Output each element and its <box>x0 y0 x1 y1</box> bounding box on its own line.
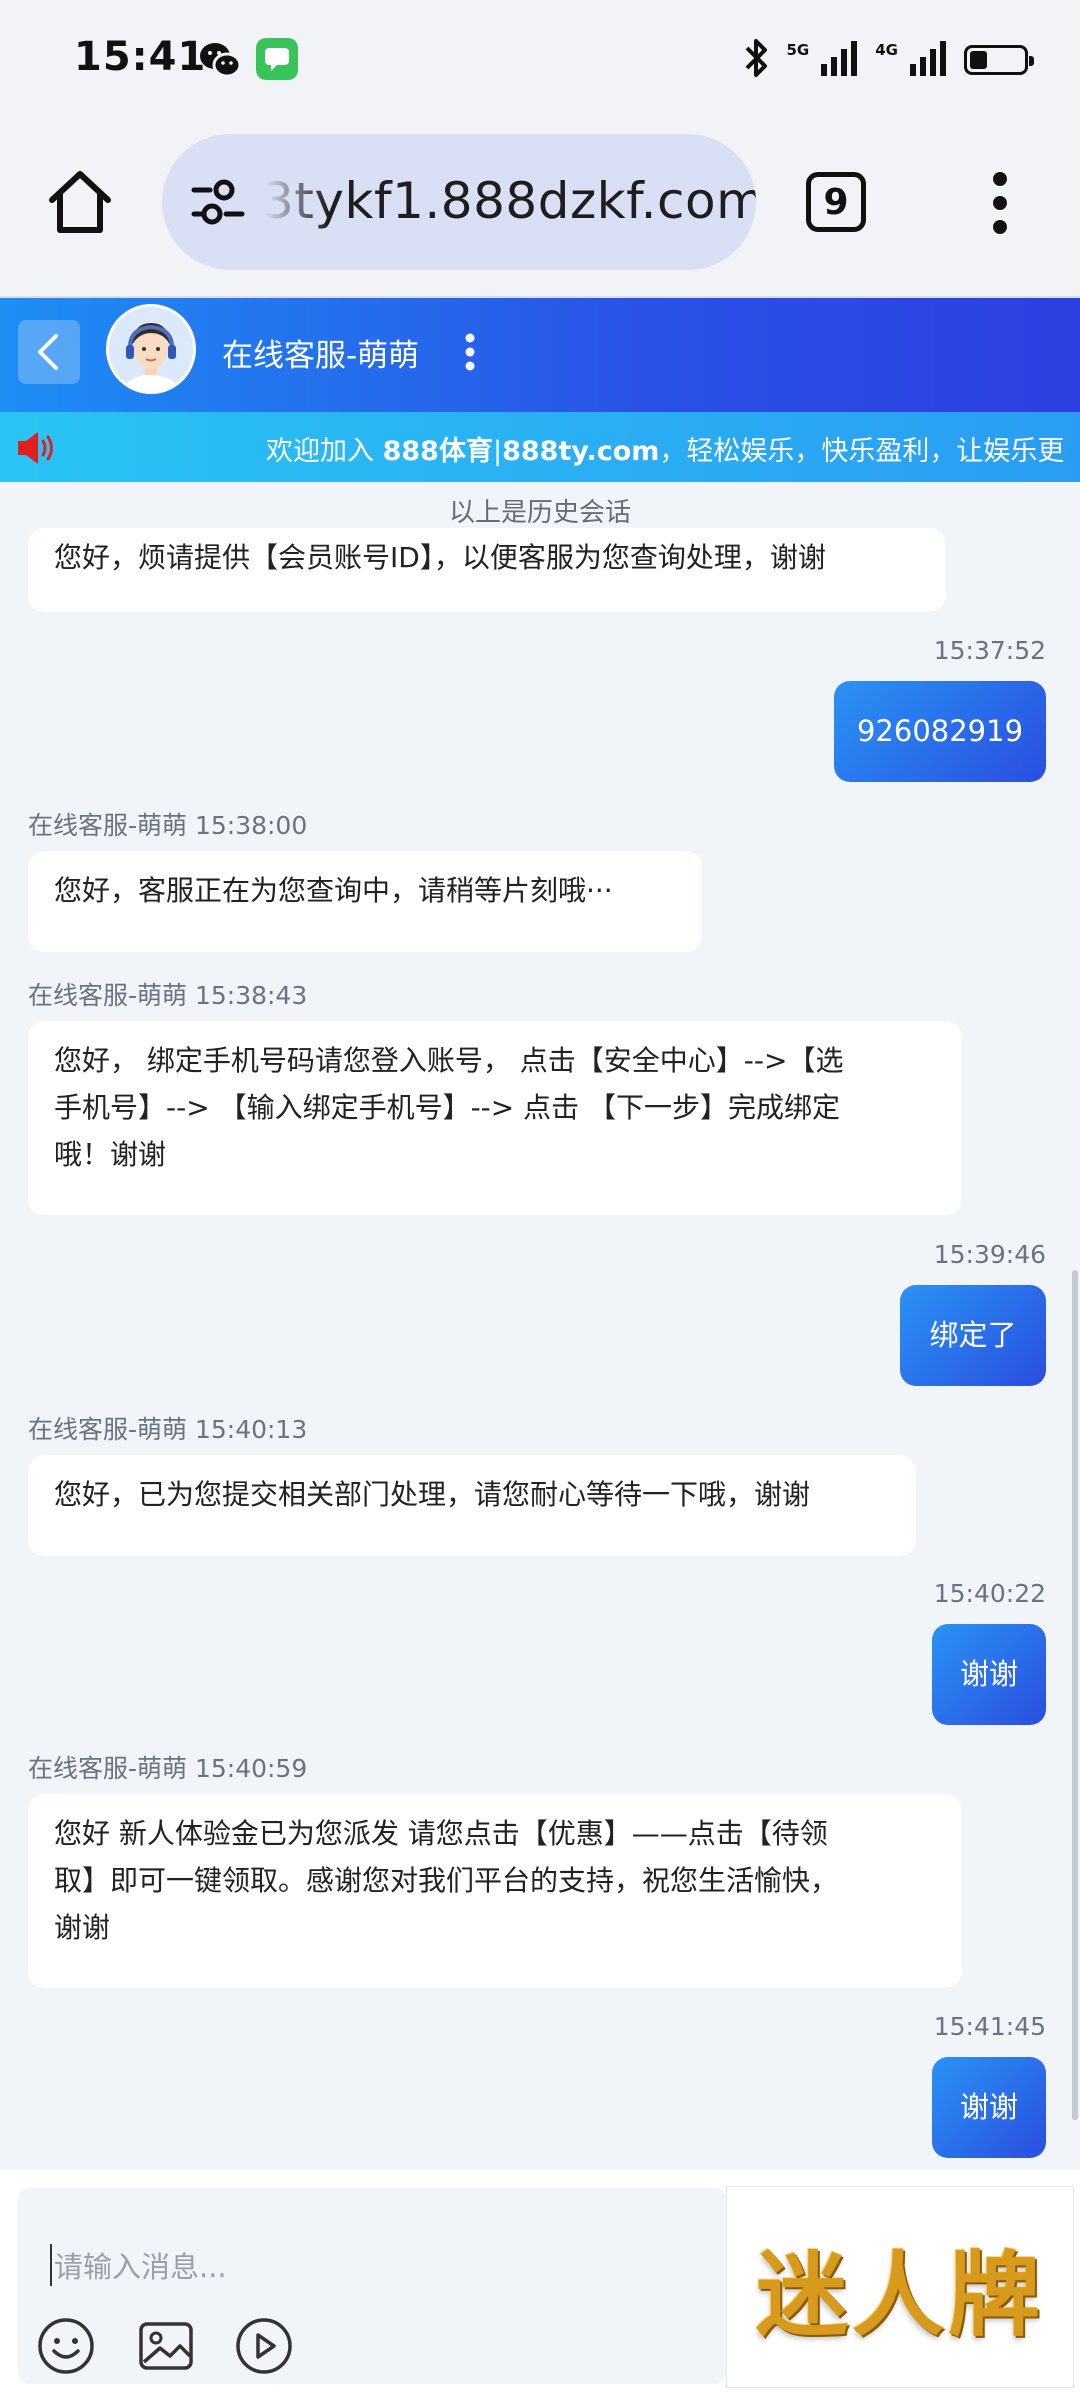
battery-level <box>970 51 988 69</box>
marquee-separator: | <box>492 436 503 467</box>
message-bubble-agent: 您好，已为您提交相关部门处理，请您耐心等待一下哦，谢谢 <box>28 1455 916 1556</box>
announcement-marquee: 欢迎加入 888体育|888ty.com，轻松娱乐，快乐盈利，让娱乐更 <box>0 412 1080 482</box>
marquee-prefix: 欢迎加入 <box>266 436 383 467</box>
network-4g-label: 4G <box>875 41 898 59</box>
message-timestamp: 15:37:52 <box>933 636 1046 665</box>
message-line: 您好， 绑定手机号码请您登入账号， 点击【安全中心】-->【选 <box>54 1044 844 1077</box>
agent-avatar <box>106 304 196 394</box>
message-bubble-user: 谢谢 <box>932 2057 1046 2158</box>
wechat-icon <box>198 38 242 82</box>
marquee-text: 欢迎加入 888体育|888ty.com，轻松娱乐，快乐盈利，让娱乐更 <box>266 429 1064 468</box>
notification-icons <box>198 38 298 82</box>
back-button[interactable] <box>18 320 80 384</box>
message-input-box[interactable]: 请输入消息... <box>18 2188 726 2384</box>
image-button[interactable] <box>136 2316 196 2376</box>
signal-5g-icon <box>819 38 859 82</box>
message-line: 谢谢 <box>54 1911 111 1944</box>
more-vert-icon <box>465 333 475 371</box>
marquee-suffix: ，轻松娱乐，快乐盈利，让娱乐更 <box>659 436 1065 467</box>
message-bubble-user: 谢谢 <box>932 1624 1046 1725</box>
emoji-icon <box>38 2318 94 2374</box>
message-line: 取】即可一键领取。感谢您对我们平台的支持，祝您生活愉快， <box>54 1864 839 1897</box>
tab-switcher-button[interactable]: 9 <box>806 172 866 232</box>
address-bar[interactable]: 3tykf1.888dzkf.com <box>162 134 756 270</box>
message-timestamp: 15:39:46 <box>933 1240 1046 1269</box>
marquee-brand: 888体育 <box>382 436 493 467</box>
status-bar: 15:41 5G 4G <box>0 0 1080 118</box>
message-bubble-user: 926082919 <box>834 681 1046 782</box>
message-text: 您好，已为您提交相关部门处理，请您耐心等待一下哦，谢谢 <box>54 1478 811 1511</box>
message-line: 您好 新人体验金已为您派发 请您点击【优惠】——点击【待领 <box>54 1817 828 1850</box>
message-bubble-agent: 您好， 绑定手机号码请您登入账号， 点击【安全中心】-->【选 手机号】--> … <box>28 1021 962 1215</box>
url-text[interactable]: 3tykf1.888dzkf.com <box>262 172 756 230</box>
home-button[interactable] <box>44 166 116 238</box>
bluetooth-icon <box>741 36 771 84</box>
watermark-logo: 迷人牌 <box>726 2186 1074 2388</box>
emoji-button[interactable] <box>36 2316 96 2376</box>
message-text: 谢谢 <box>959 1657 1018 1691</box>
watermark-text: 迷人牌 <box>755 2240 1044 2349</box>
message-bubble-agent: 您好 新人体验金已为您派发 请您点击【优惠】——点击【待领 取】即可一键领取。感… <box>28 1794 962 1988</box>
message-bubble-agent: 您好，烦请提供【会员账号ID】，以便客服为您查询处理，谢谢 <box>28 528 946 612</box>
chat-scrollbar[interactable] <box>1072 1270 1078 2120</box>
message-sender-time: 在线客服-萌萌 15:38:00 <box>28 811 308 840</box>
more-vert-icon <box>993 172 1007 234</box>
message-line: 哦！谢谢 <box>54 1138 167 1171</box>
site-settings-icon[interactable] <box>190 176 246 228</box>
message-sender-time: 在线客服-萌萌 15:38:43 <box>28 981 308 1010</box>
message-text: 926082919 <box>856 714 1024 748</box>
message-line: 手机号】--> 【输入绑定手机号】--> 点击 【下一步】完成绑定 <box>54 1091 841 1124</box>
message-text: 您好，烦请提供【会员账号ID】，以便客服为您查询处理，谢谢 <box>54 541 826 574</box>
image-icon <box>139 2322 193 2370</box>
url-fade <box>258 134 328 270</box>
chat-header: 在线客服-萌萌 <box>0 298 1080 412</box>
message-text: 您好，客服正在为您查询中，请稍等片刻哦··· <box>54 874 613 907</box>
message-timestamp: 15:41:45 <box>933 2012 1046 2041</box>
message-bubble-agent: 您好，客服正在为您查询中，请稍等片刻哦··· <box>28 851 702 952</box>
browser-menu-button[interactable] <box>970 170 1030 236</box>
message-bubble-user: 绑定了 <box>900 1285 1046 1386</box>
agent-name: 在线客服-萌萌 <box>222 338 420 374</box>
chevron-left-icon <box>38 334 58 370</box>
marquee-site: 888ty.com <box>502 436 660 467</box>
message-input[interactable]: 请输入消息... <box>50 2244 227 2286</box>
play-circle-icon <box>236 2318 292 2374</box>
message-text: 谢谢 <box>959 2090 1018 2124</box>
video-button[interactable] <box>234 2316 294 2376</box>
browser-toolbar: 3tykf1.888dzkf.com 9 <box>0 118 1080 298</box>
status-indicators: 5G 4G <box>741 36 1034 84</box>
chat-more-button[interactable] <box>458 320 482 384</box>
messages-app-icon <box>256 38 298 80</box>
speaker-icon <box>16 428 58 468</box>
message-sender-time: 在线客服-萌萌 15:40:59 <box>28 1754 308 1783</box>
status-time: 15:41 <box>74 34 207 80</box>
message-timestamp: 15:40:22 <box>933 1579 1046 1608</box>
signal-4g-icon <box>908 38 948 82</box>
battery-icon <box>964 45 1034 75</box>
composer: 请输入消息... 迷人牌 <box>0 2170 1080 2400</box>
history-note: 以上是历史会话 <box>448 498 631 528</box>
home-icon <box>49 171 111 233</box>
message-sender-time: 在线客服-萌萌 15:40:13 <box>28 1415 308 1444</box>
message-text: 绑定了 <box>929 1318 1017 1352</box>
network-5g-label: 5G <box>786 41 810 59</box>
